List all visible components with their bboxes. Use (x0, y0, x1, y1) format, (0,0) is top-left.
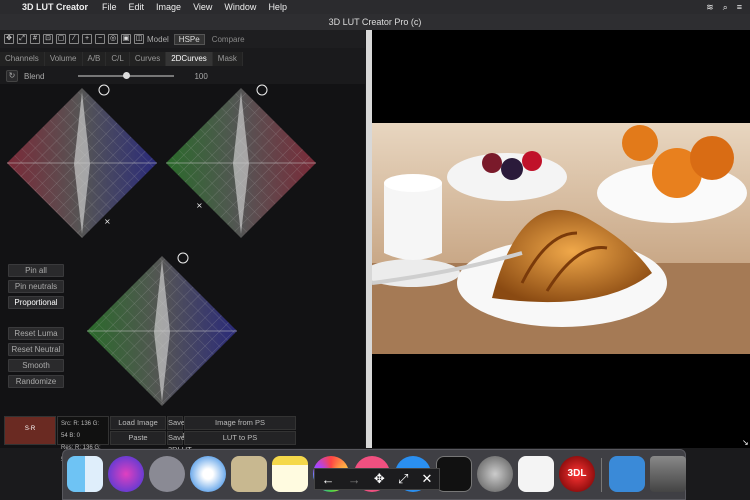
zoom-actual-icon[interactable]: ◎ (108, 34, 118, 44)
menu-edit[interactable]: Edit (129, 2, 145, 12)
menu-help[interactable]: Help (268, 2, 287, 12)
menu-file[interactable]: File (102, 2, 117, 12)
zoom-in-icon[interactable]: + (82, 34, 92, 44)
pin-all-button[interactable]: Pin all (8, 264, 64, 277)
siri-icon[interactable] (108, 456, 144, 492)
tab-volume[interactable]: Volume (44, 52, 83, 66)
power-icon[interactable] (98, 84, 110, 96)
downloads-icon[interactable] (609, 456, 645, 492)
window-title: 3D LUT Creator Pro (c) (328, 17, 422, 27)
forward-arrow-icon[interactable]: → (348, 472, 361, 487)
finder-icon[interactable] (67, 456, 103, 492)
load-image-button[interactable]: Load Image (110, 416, 166, 430)
safari-icon[interactable] (190, 456, 226, 492)
wifi-icon[interactable]: ≋ (706, 2, 714, 13)
move-icon[interactable]: ✥ (4, 34, 14, 44)
tab-2dcurves[interactable]: 2DCurves (166, 52, 213, 66)
eyedropper-icon[interactable]: ⁄ (69, 34, 79, 44)
blend-row: ↻ Blend 100 (6, 70, 366, 82)
fit-icon[interactable]: ⊡ (43, 34, 53, 44)
curves-panel: × × Pin all Pin neutrals Proportional Re… (0, 84, 365, 448)
reset-luma-button[interactable]: Reset Luma (8, 327, 64, 340)
tab-bar: Channels Volume A/B C/L Curves 2DCurves … (0, 52, 365, 66)
resize-corner-icon[interactable]: ↘ (742, 438, 750, 447)
launchpad-icon[interactable] (149, 456, 185, 492)
reset-neutral-button[interactable]: Reset Neutral (8, 343, 64, 356)
move-icon[interactable]: ✥ (374, 471, 385, 487)
expand-icon[interactable]: ⤢ (398, 471, 408, 487)
save-3dlut-button[interactable]: Save 3DLUT (167, 431, 192, 454)
src-label: Src: (61, 421, 72, 427)
status-icons: ≋ ⌕ ≡ (706, 2, 742, 13)
toolbar: ✥ ⤢ # ⊡ ▢ ⁄ + − ◎ ▣ ◫ Model HSPe Compare (0, 30, 365, 48)
menu-view[interactable]: View (193, 2, 212, 12)
overlay-controls: ← → ✥ ⤢ ✕ (314, 468, 440, 490)
smooth-button[interactable]: Smooth (8, 359, 64, 372)
image-from-ps-button[interactable]: Image from PS (184, 416, 296, 430)
trash-icon[interactable] (650, 456, 686, 492)
back-arrow-icon[interactable]: ← (322, 472, 335, 487)
search-icon[interactable]: ⌕ (723, 2, 728, 13)
menu-window[interactable]: Window (224, 2, 256, 12)
curve-grid-red-blue[interactable]: × (7, 88, 157, 238)
notes-icon[interactable] (272, 456, 308, 492)
svg-text:×: × (196, 201, 203, 210)
paste-button[interactable]: Paste (110, 431, 166, 445)
model-label: Model (147, 34, 169, 44)
tab-mask[interactable]: Mask (212, 52, 243, 66)
preview-image (372, 123, 750, 354)
mail-icon[interactable] (231, 456, 267, 492)
menu-list-icon[interactable]: ≡ (737, 2, 742, 13)
power-icon[interactable] (177, 252, 189, 264)
menu-image[interactable]: Image (156, 2, 181, 12)
expand-icon[interactable]: ⤢ (17, 34, 27, 44)
close-icon[interactable]: ✕ (422, 471, 433, 487)
blend-value: 100 (194, 71, 208, 81)
power-icon[interactable] (256, 84, 268, 96)
dock-separator (601, 458, 602, 492)
color-swatch: S·R (4, 416, 56, 445)
model-select[interactable]: HSPe (173, 33, 205, 45)
tab-curves[interactable]: Curves (129, 52, 167, 66)
pin-neutrals-button[interactable]: Pin neutrals (8, 280, 64, 293)
zoom-fit-icon[interactable]: ▣ (121, 34, 131, 44)
tab-channels[interactable]: Channels (0, 52, 45, 66)
menu-bar: 3D LUT Creator File Edit Image View Wind… (0, 0, 750, 14)
select-icon[interactable]: ▢ (56, 34, 66, 44)
reset-icon[interactable]: ↻ (6, 70, 18, 82)
compare-button[interactable]: Compare (212, 35, 245, 44)
curve-grid-green-blue[interactable] (87, 256, 237, 406)
blend-label: Blend (24, 71, 45, 81)
svg-text:×: × (104, 217, 111, 226)
3dl-icon[interactable]: 3DL (559, 456, 595, 492)
menu-app-name[interactable]: 3D LUT Creator (22, 2, 88, 12)
curve-grid-green-red[interactable]: × (166, 88, 316, 238)
blend-slider-knob[interactable] (123, 72, 131, 79)
bottom-button-grid: Load Image Save Image Image from PS S·R … (4, 416, 296, 463)
blend-slider[interactable] (78, 72, 175, 79)
tab-ab[interactable]: A/B (82, 52, 107, 66)
side-buttons: Pin all Pin neutrals Proportional Reset … (8, 264, 64, 388)
zoom-out-icon[interactable]: − (95, 34, 105, 44)
split-icon[interactable]: ◫ (134, 34, 144, 44)
tab-cl[interactable]: C/L (106, 52, 130, 66)
save-image-button[interactable]: Save Image (167, 416, 189, 439)
lut-to-ps-button[interactable]: LUT to PS (184, 431, 296, 445)
textedit-icon[interactable] (518, 456, 554, 492)
proportional-button[interactable]: Proportional (8, 296, 64, 309)
terminal-icon[interactable] (436, 456, 472, 492)
system-preferences-icon[interactable] (477, 456, 513, 492)
randomize-button[interactable]: Randomize (8, 375, 64, 388)
image-viewer[interactable]: ↘ (372, 30, 750, 448)
window-titlebar: 3D LUT Creator Pro (c) (0, 14, 750, 30)
grid-icon[interactable]: # (30, 34, 40, 44)
color-readout: Src: R: 136 G: 54 B: 0 Res: R: 136 G: 54… (57, 416, 109, 463)
